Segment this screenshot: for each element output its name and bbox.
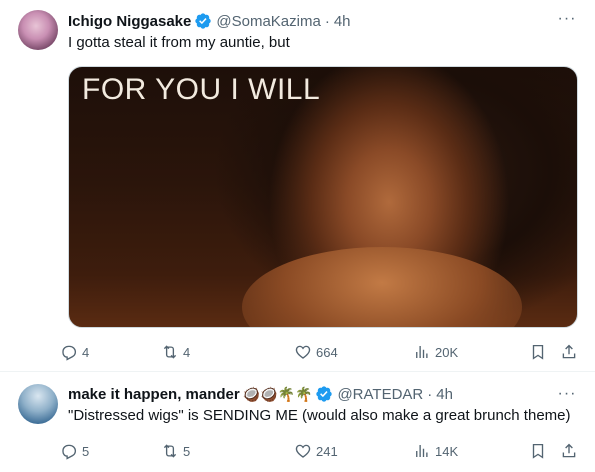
reply-count: 5 xyxy=(82,443,90,459)
like-button[interactable]: 664 xyxy=(294,340,338,364)
bookmark-button[interactable] xyxy=(529,340,547,364)
bookmark-icon xyxy=(532,344,544,360)
more-icon[interactable]: ··· xyxy=(557,9,577,29)
like-icon xyxy=(295,345,311,359)
share-button[interactable] xyxy=(560,439,578,463)
views-count: 20K xyxy=(435,344,459,360)
reply-count: 4 xyxy=(82,344,90,360)
avatar[interactable] xyxy=(18,10,58,50)
separator-dot: · xyxy=(324,12,330,30)
bookmark-button[interactable] xyxy=(529,439,547,463)
retweet-count: 4 xyxy=(183,344,191,360)
share-icon xyxy=(562,443,576,458)
like-icon xyxy=(295,444,311,458)
reply-icon xyxy=(62,345,77,361)
retweet-button[interactable]: 5 xyxy=(161,439,190,463)
bookmark-icon xyxy=(532,443,544,459)
views-button[interactable]: 20K xyxy=(413,340,458,364)
like-count: 241 xyxy=(316,443,338,459)
verified-badge-icon xyxy=(194,12,212,30)
views-icon xyxy=(416,445,428,457)
tweet-header: Ichigo Niggasake @SomaKazima · 4h xyxy=(68,11,351,31)
author-name[interactable]: Ichigo Niggasake xyxy=(68,13,191,30)
media-caption: FOR YOU I WILL xyxy=(82,73,321,106)
tweet-text: I gotta steal it from my auntie, but xyxy=(68,34,290,51)
retweet-icon xyxy=(163,444,177,458)
retweet-icon xyxy=(163,345,177,359)
verified-badge-icon xyxy=(315,385,333,403)
tweet-header: make it happen, mander 🥥🥥🌴🌴 @RATEDAR · 4… xyxy=(68,384,453,404)
share-button[interactable] xyxy=(560,340,578,364)
like-count: 664 xyxy=(316,344,338,360)
name-emoji: 🥥🥥🌴🌴 xyxy=(242,385,313,402)
separator-dot: · xyxy=(427,385,433,403)
reply-icon xyxy=(62,444,77,460)
tweet[interactable]: make it happen, mander 🥥🥥🌴🌴 @RATEDAR · 4… xyxy=(0,373,595,472)
timestamp[interactable]: 4h xyxy=(436,386,453,403)
media-image[interactable]: FOR YOU I WILL xyxy=(68,66,578,328)
action-bar: 5 5 241 14K xyxy=(60,439,585,463)
author-handle[interactable]: @RATEDAR xyxy=(337,386,423,403)
views-count: 14K xyxy=(435,443,459,459)
media-photo-subject xyxy=(241,247,522,327)
retweet-count: 5 xyxy=(183,443,191,459)
avatar[interactable] xyxy=(18,384,58,424)
reply-button[interactable]: 4 xyxy=(60,340,89,364)
more-icon[interactable]: ··· xyxy=(557,384,577,404)
share-icon xyxy=(562,344,576,359)
retweet-button[interactable]: 4 xyxy=(161,340,190,364)
like-button[interactable]: 241 xyxy=(294,439,338,463)
action-bar: 4 4 664 20K xyxy=(60,340,585,364)
reply-button[interactable]: 5 xyxy=(60,439,89,463)
views-button[interactable]: 14K xyxy=(413,439,458,463)
views-icon xyxy=(416,346,428,358)
author-name[interactable]: make it happen, mander xyxy=(68,386,240,403)
tweet-text: "Distressed wigs" is SENDING ME (would a… xyxy=(68,407,571,424)
author-handle[interactable]: @SomaKazima xyxy=(216,13,320,30)
tweet[interactable]: Ichigo Niggasake @SomaKazima · 4h ··· I … xyxy=(0,0,595,372)
timestamp[interactable]: 4h xyxy=(334,13,351,30)
